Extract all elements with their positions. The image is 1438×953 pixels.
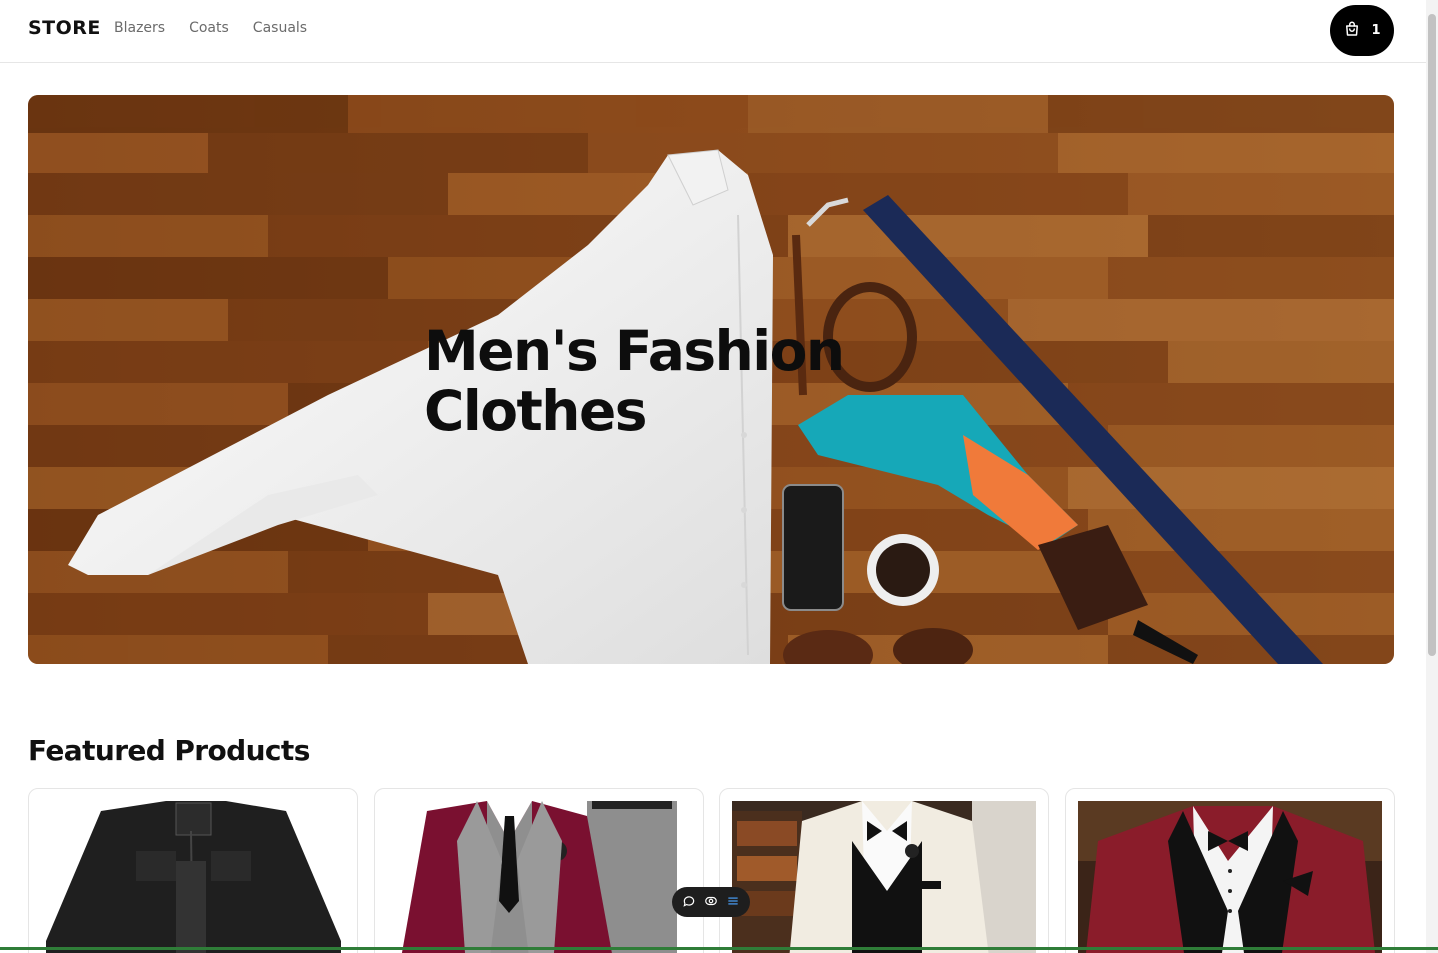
product-image-red-velvet-tuxedo [1078, 801, 1382, 953]
product-card[interactable] [28, 788, 358, 953]
cart-count: 1 [1371, 23, 1381, 38]
bottom-progress-line [0, 947, 1438, 950]
product-card[interactable] [1065, 788, 1395, 953]
scrollbar-thumb[interactable] [1428, 14, 1436, 656]
menu-icon[interactable] [726, 893, 740, 912]
cart-button[interactable]: 1 [1330, 5, 1394, 56]
product-image-burgundy-grey-suit [387, 801, 691, 953]
nav-link-casuals[interactable]: Casuals [253, 20, 307, 36]
product-image-black-jacket [41, 801, 345, 953]
featured-title: Featured Products [28, 734, 310, 767]
main-nav: Blazers Coats Casuals [114, 20, 307, 36]
hero-title-line2: Clothes [424, 379, 648, 443]
top-navbar: STORE Blazers Coats Casuals 1 [0, 0, 1426, 63]
shopping-bag-icon [1343, 20, 1361, 42]
nav-link-coats[interactable]: Coats [189, 20, 229, 36]
product-image-white-tuxedo [732, 801, 1036, 953]
product-card[interactable] [374, 788, 704, 953]
hero-title: Men's Fashion Clothes [424, 321, 924, 441]
eye-icon[interactable] [704, 893, 718, 912]
floating-toolbar [672, 887, 750, 917]
product-card[interactable] [719, 788, 1049, 953]
hero-banner: Men's Fashion Clothes [28, 95, 1394, 664]
brand-logo[interactable]: STORE [28, 17, 101, 39]
comment-icon[interactable] [682, 893, 696, 912]
hero-title-line1: Men's Fashion [424, 319, 845, 383]
nav-link-blazers[interactable]: Blazers [114, 20, 165, 36]
page-scrollbar[interactable] [1426, 0, 1438, 953]
page: STORE Blazers Coats Casuals 1 Men's Fash… [0, 0, 1426, 953]
